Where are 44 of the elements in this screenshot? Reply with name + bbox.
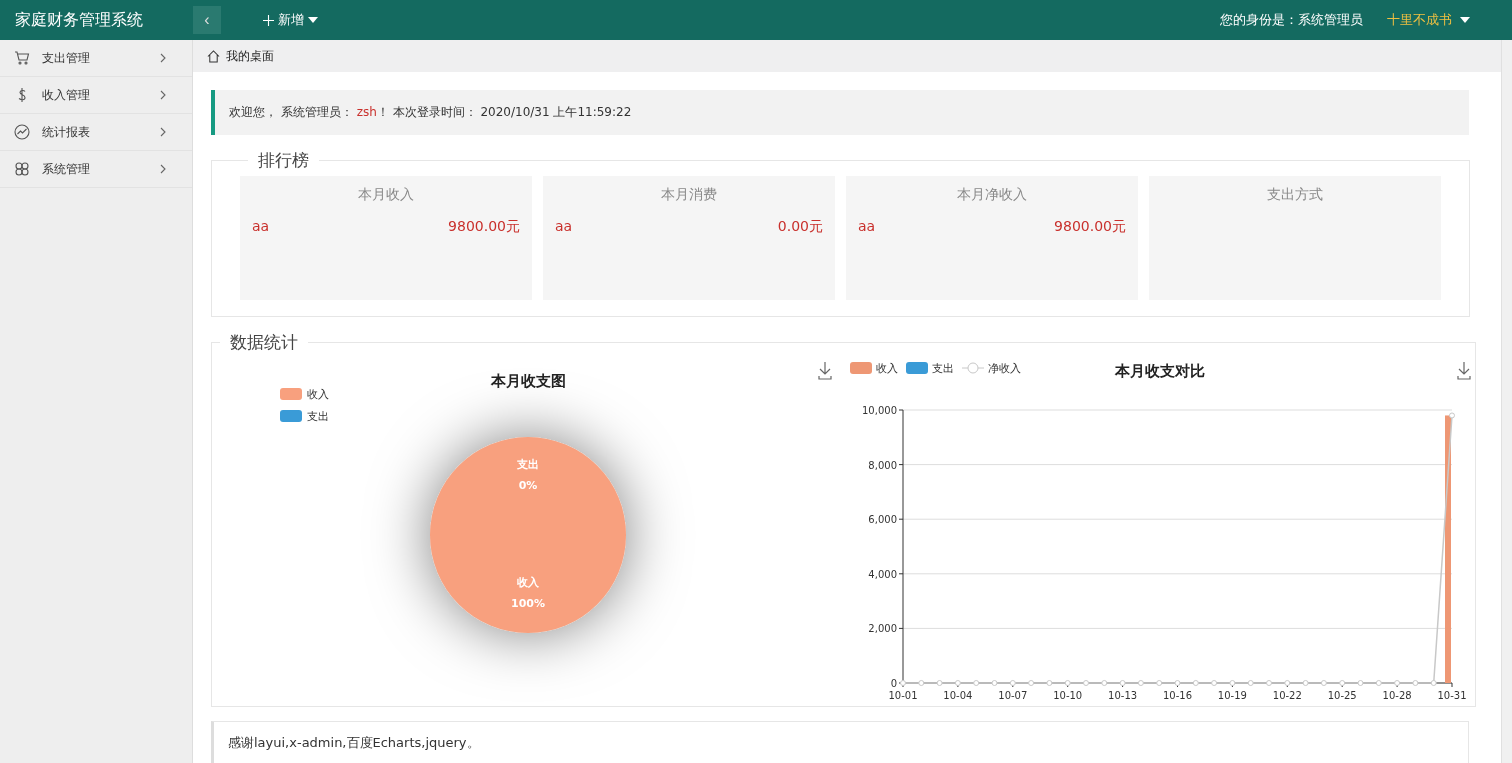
axis-label: 10-04 — [943, 690, 973, 701]
identity-label: 您的身份是：系统管理员 — [1220, 11, 1363, 29]
axis-label: 10-28 — [1382, 690, 1412, 701]
chart-title: 本月收支对比 — [1115, 362, 1205, 380]
card-name: aa — [555, 218, 573, 236]
axis-label: 4,000 — [868, 568, 897, 580]
legend-label: 净收入 — [988, 362, 1021, 375]
credits-text: 感谢layui,x-admin,百度Echarts,jquery。 — [228, 735, 480, 750]
axis-label: 10-01 — [888, 690, 918, 701]
card-title: 本月收入 — [357, 186, 415, 204]
legend-label: 支出 — [307, 410, 329, 423]
axis-label: 10-07 — [998, 690, 1028, 701]
axis-label: 2,000 — [868, 623, 897, 635]
slice-value: 0% — [518, 479, 538, 493]
axis-label: 10-19 — [1217, 690, 1247, 701]
legend-label: 收入 — [876, 362, 898, 375]
welcome-message: 欢迎您， 系统管理员： zsh！ 本次登录时间： 2020/10/31 上午11:59:22 — [211, 90, 1469, 135]
axis-label: 10-25 — [1327, 690, 1357, 701]
card-title: 支出方式 — [1266, 186, 1324, 204]
slice-value: 100% — [511, 596, 545, 610]
legend-label: 支出 — [932, 362, 954, 375]
legend-label: 收入 — [307, 388, 329, 401]
card-amount: 9800.00元 — [1054, 218, 1126, 236]
axis-label: 10-16 — [1162, 690, 1193, 701]
axis-label: 0 — [890, 678, 897, 689]
card-amount: 9800.00元 — [448, 218, 520, 236]
axis-label: 10-13 — [1108, 690, 1138, 701]
axis-label: 6,000 — [868, 514, 897, 526]
card-name: aa — [252, 218, 270, 236]
card-title: 本月净收入 — [956, 186, 1028, 204]
slice-label: 收入 — [517, 575, 539, 589]
card-amount: 0.00元 — [777, 218, 823, 236]
axis-label: 8,000 — [868, 459, 897, 471]
axis-label: 10,000 — [862, 405, 897, 416]
app-title: 家庭财务管理系统 — [14, 9, 144, 31]
axis-label: 10-31 — [1437, 690, 1467, 701]
chart-title: 本月收支图 — [490, 372, 566, 390]
card-name: aa — [858, 218, 876, 236]
slice-label: 支出 — [517, 458, 539, 472]
card-title: 本月消费 — [660, 186, 718, 204]
panel-title: 排行榜 — [257, 149, 310, 172]
axis-label: 10-22 — [1272, 690, 1302, 701]
panel-title: 数据统计 — [229, 331, 299, 354]
axis-label: 10-10 — [1053, 690, 1083, 701]
